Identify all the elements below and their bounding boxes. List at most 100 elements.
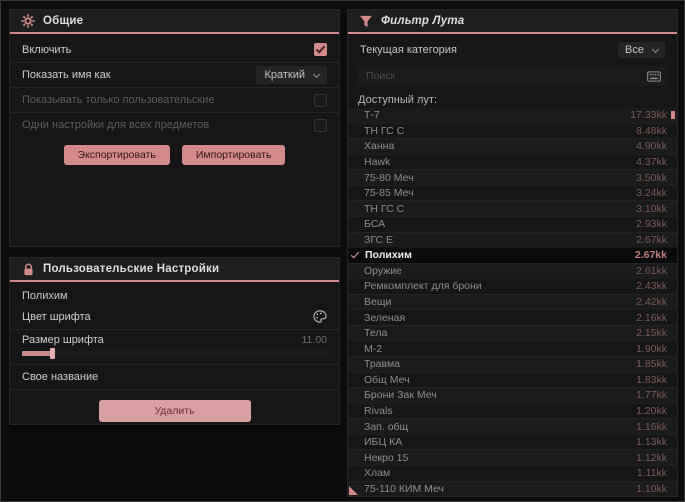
- loot-item-row[interactable]: Вещи 2.42kk: [348, 293, 677, 310]
- show-name-dropdown[interactable]: Краткий: [256, 66, 327, 84]
- loot-item-row[interactable]: Т-7 17.33kk: [348, 108, 677, 123]
- loot-item-name: Общ Меч: [364, 373, 410, 386]
- loot-item-name: Ханна: [364, 140, 395, 153]
- loot-item-value: 1.20kk: [636, 404, 667, 417]
- enable-checkbox[interactable]: [314, 43, 327, 56]
- loot-item-row[interactable]: М-2 1.90kk: [348, 340, 677, 356]
- loot-item-name: Оружие: [364, 264, 402, 277]
- loot-item-row[interactable]: Тела 2.15kk: [348, 324, 677, 341]
- export-import-row: Экспортировать Импортировать: [10, 137, 339, 171]
- loot-item-name: Травма: [364, 358, 401, 371]
- loot-item-row[interactable]: Некро 15 1.12kk: [348, 449, 677, 465]
- loot-item-row[interactable]: 75-110 КИМ Меч 1.10kk: [348, 480, 677, 497]
- loot-item-name: М-2: [364, 342, 383, 355]
- loot-item-name: Тела: [364, 327, 388, 340]
- loot-item-value: 2.43kk: [636, 280, 667, 293]
- custom-name-row[interactable]: Свое название: [10, 364, 339, 389]
- delete-button[interactable]: Удалить: [98, 400, 251, 422]
- enable-row: Включить: [10, 37, 339, 62]
- loot-item-row[interactable]: Зап. общ 1.16kk: [348, 418, 677, 434]
- loot-item-value: 3.10kk: [636, 202, 667, 215]
- loot-item-row[interactable]: Зеленая 2.16kk: [348, 309, 677, 325]
- search-input[interactable]: [366, 70, 647, 82]
- loot-item-row[interactable]: ТН ГС С 3.10kk: [348, 200, 677, 216]
- loot-item-value: 2.42kk: [636, 296, 667, 309]
- loot-item-value: 2.67kk: [636, 233, 667, 246]
- loot-item-name: Т-7: [364, 109, 380, 122]
- only-custom-checkbox[interactable]: [314, 93, 327, 107]
- panel-user-settings-title: Пользовательские Настройки: [43, 263, 220, 275]
- panel-general: Общие Включить Показать имя как Краткий …: [9, 9, 340, 247]
- category-dropdown[interactable]: Все: [618, 42, 665, 58]
- loot-item-row[interactable]: Ханна 4.90kk: [348, 138, 677, 154]
- loot-item-value: 2.93kk: [636, 218, 667, 231]
- panel-user-settings-header[interactable]: Пользовательские Настройки: [10, 258, 339, 282]
- keyboard-icon[interactable]: [647, 70, 661, 82]
- font-color-row: Цвет шрифта: [10, 304, 339, 329]
- loot-item-value: 3.50kk: [636, 171, 667, 184]
- loot-item-name: Вещи: [364, 296, 392, 309]
- loot-item-value: 1.13kk: [636, 436, 667, 449]
- loot-item-value: 1.85kk: [636, 358, 667, 371]
- slider-handle[interactable]: [50, 348, 55, 359]
- loot-item-row[interactable]: 75-85 Меч 3.24kk: [348, 184, 677, 201]
- loot-item-value: 8.48kk: [636, 124, 667, 137]
- loot-item-name: ТН ГС С: [364, 124, 405, 137]
- loot-item-name: Некро 15: [364, 451, 409, 464]
- resize-grip-icon[interactable]: [349, 486, 358, 495]
- loot-item-value: 4.37kk: [636, 155, 667, 168]
- show-name-row: Показать имя как Краткий: [10, 62, 339, 87]
- loot-item-name: 75-110 КИМ Меч: [364, 482, 444, 495]
- loot-item-value: 2.16kk: [636, 311, 667, 324]
- font-size-slider-wrap: [10, 348, 339, 364]
- loot-item-row[interactable]: БСА 2.93kk: [348, 215, 677, 232]
- custom-name-label: Свое название: [22, 371, 99, 383]
- panel-general-header[interactable]: Общие: [10, 10, 339, 34]
- panel-user-settings: Пользовательские Настройки Полихим Цвет …: [9, 257, 340, 425]
- export-button[interactable]: Экспортировать: [63, 145, 170, 165]
- font-size-value: 11.00: [301, 333, 328, 346]
- gear-icon: [21, 14, 35, 28]
- loot-item-value: 4.90kk: [636, 140, 667, 153]
- loot-item-value: 2.67kk: [634, 249, 667, 262]
- loot-item-value: 1.11kk: [636, 467, 667, 480]
- loot-item-row[interactable]: 75-80 Меч 3.50kk: [348, 169, 677, 185]
- panel-loot-filter-header[interactable]: Фильтр Лута: [348, 10, 677, 34]
- category-label: Текущая категория: [360, 44, 457, 56]
- font-size-row: Размер шрифта 11.00: [10, 329, 339, 349]
- loot-item-row[interactable]: Брони Зак Меч 1.77kk: [348, 387, 677, 403]
- loot-item-row[interactable]: Ремкомплект для брони 2.43kk: [348, 278, 677, 294]
- loot-item-row[interactable]: ЗГС Е 2.67kk: [348, 231, 677, 248]
- panel-loot-filter: Фильтр Лута Текущая категория Все Поиск …: [347, 9, 678, 497]
- scrollbar-thumb[interactable]: [671, 111, 675, 119]
- enable-label: Включить: [22, 43, 72, 56]
- loot-item-value: 17.33kk: [630, 109, 667, 122]
- loot-list: Т-7 17.33kk ТН ГС С 8.48kk Ханна 4.90kk …: [348, 108, 677, 496]
- loot-item-row[interactable]: Rivals 1.20kk: [348, 402, 677, 419]
- loot-item-row[interactable]: Травма 1.85kk: [348, 356, 677, 372]
- lock-icon: [21, 262, 35, 276]
- same-settings-checkbox[interactable]: [314, 118, 327, 132]
- loot-item-name: Зап. общ: [364, 420, 409, 433]
- palette-icon[interactable]: [313, 310, 327, 323]
- loot-item-row[interactable]: Хлам 1.11kk: [348, 464, 677, 481]
- loot-item-row[interactable]: Общ Меч 1.83kk: [348, 371, 677, 388]
- search-box: [358, 66, 667, 86]
- selected-item-name: Полихим: [22, 290, 68, 302]
- loot-item-value: 2.15kk: [636, 327, 667, 340]
- font-size-slider[interactable]: [22, 348, 327, 359]
- loot-item-name: ЗГС Е: [364, 233, 394, 246]
- chevron-down-icon: [312, 70, 321, 78]
- loot-item-row[interactable]: ТН ГС С 8.48kk: [348, 122, 677, 139]
- loot-item-value: 1.90kk: [636, 342, 667, 355]
- import-button[interactable]: Импортировать: [181, 145, 286, 165]
- only-custom-row: Показывать только пользовательские: [10, 87, 339, 112]
- loot-item-row[interactable]: ИБЦ КА 1.13kk: [348, 433, 677, 450]
- panel-general-title: Общие: [43, 15, 84, 27]
- loot-item-row[interactable]: Оружие 2.61kk: [348, 262, 677, 279]
- loot-item-name: Брони Зак Меч: [364, 389, 437, 402]
- loot-item-row[interactable]: Полихим 2.67kk: [348, 247, 677, 263]
- loot-item-value: 1.10kk: [636, 482, 667, 495]
- loot-item-value: 1.12kk: [636, 451, 667, 464]
- loot-item-row[interactable]: Hawk 4.37kk: [348, 153, 677, 170]
